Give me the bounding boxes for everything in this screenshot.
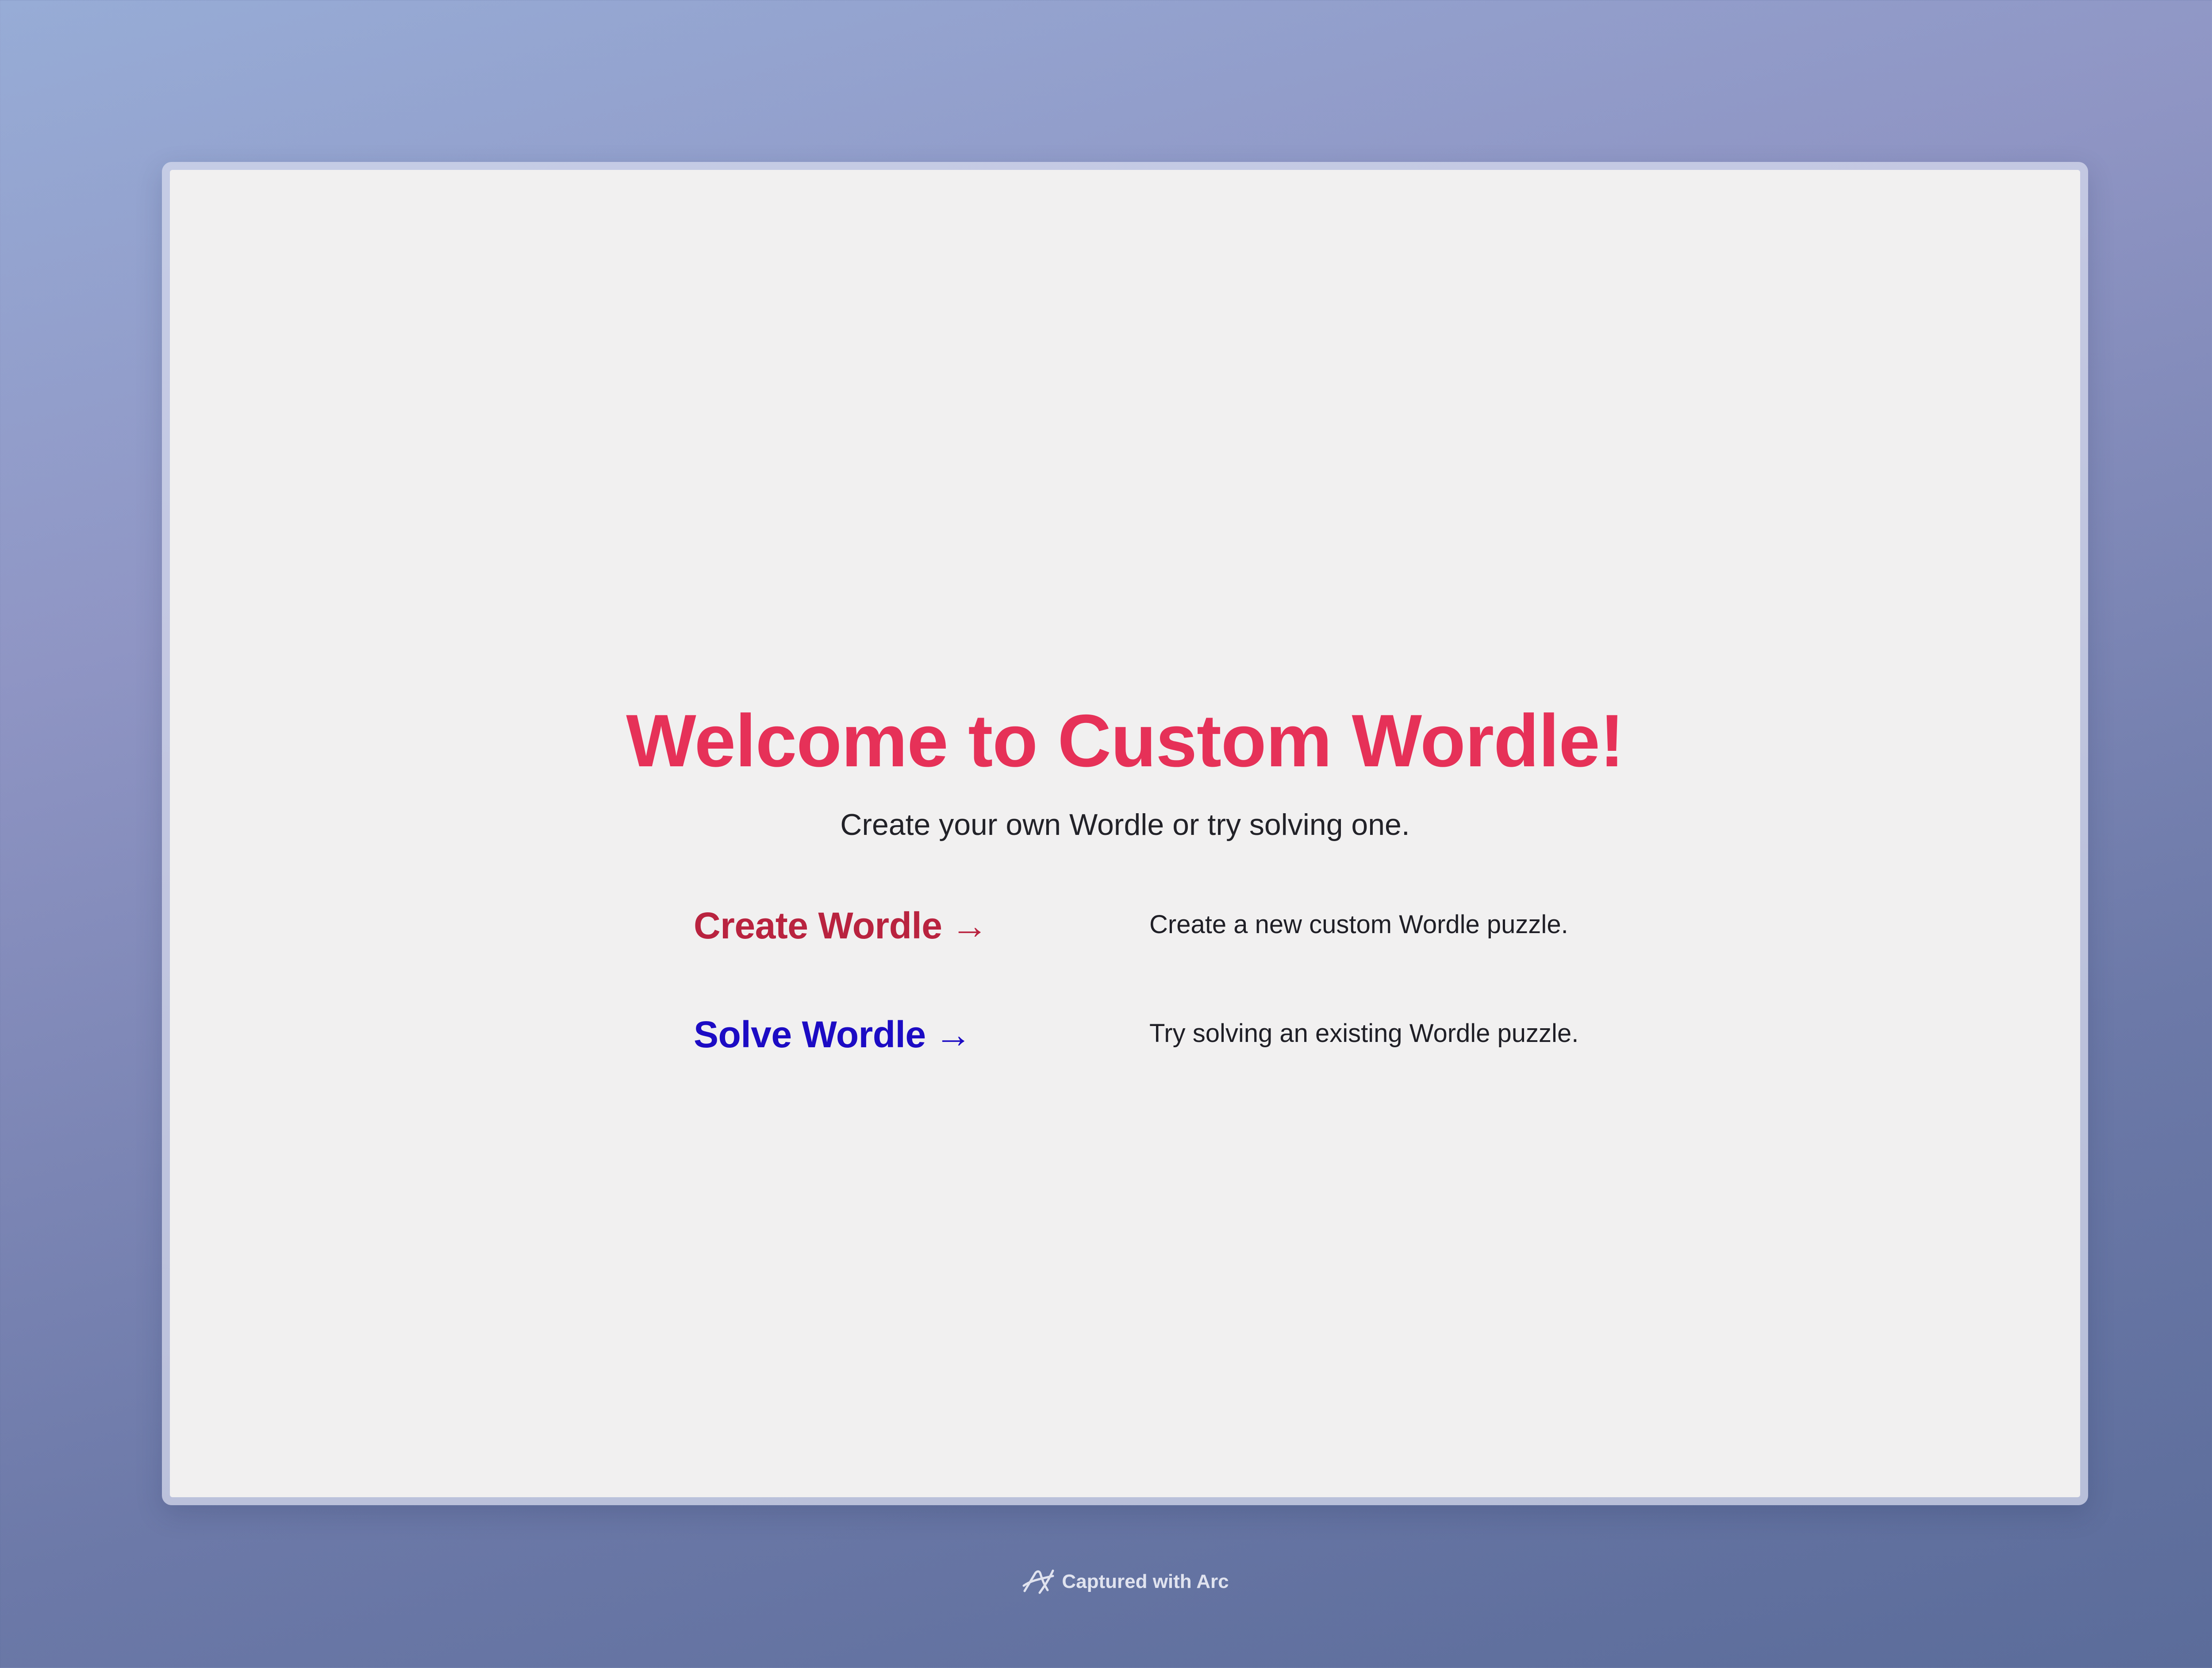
arrow-right-icon: →	[951, 905, 988, 946]
solve-wordle-link[interactable]: Solve Wordle →	[694, 1013, 972, 1056]
option-row-solve: Solve Wordle → Try solving an existing Wo…	[694, 1013, 1755, 1122]
create-wordle-description: Create a new custom Wordle puzzle.	[1149, 910, 1568, 939]
solve-wordle-label: Solve Wordle	[694, 1014, 926, 1055]
arc-logo-icon	[1022, 1567, 1056, 1596]
hero: Welcome to Custom Wordle! Create your ow…	[170, 696, 2080, 843]
create-wordle-link[interactable]: Create Wordle →	[694, 904, 988, 947]
solve-wordle-description: Try solving an existing Wordle puzzle.	[1149, 1019, 1579, 1048]
arrow-right-icon: →	[934, 1014, 972, 1055]
options-list: Create Wordle → Create a new custom Wordl…	[694, 904, 1755, 1122]
page-title: Welcome to Custom Wordle!	[626, 699, 1624, 782]
capture-footer: Captured with Arc	[0, 1567, 2212, 1596]
browser-window: Welcome to Custom Wordle! Create your ow…	[162, 162, 2088, 1505]
option-row-create: Create Wordle → Create a new custom Wordl…	[694, 904, 1755, 1013]
capture-footer-text: Captured with Arc	[1062, 1571, 1229, 1592]
page-content: Welcome to Custom Wordle! Create your ow…	[170, 170, 2080, 1497]
create-wordle-label: Create Wordle	[694, 905, 942, 946]
page-subtitle: Create your own Wordle or try solving on…	[840, 807, 1410, 842]
